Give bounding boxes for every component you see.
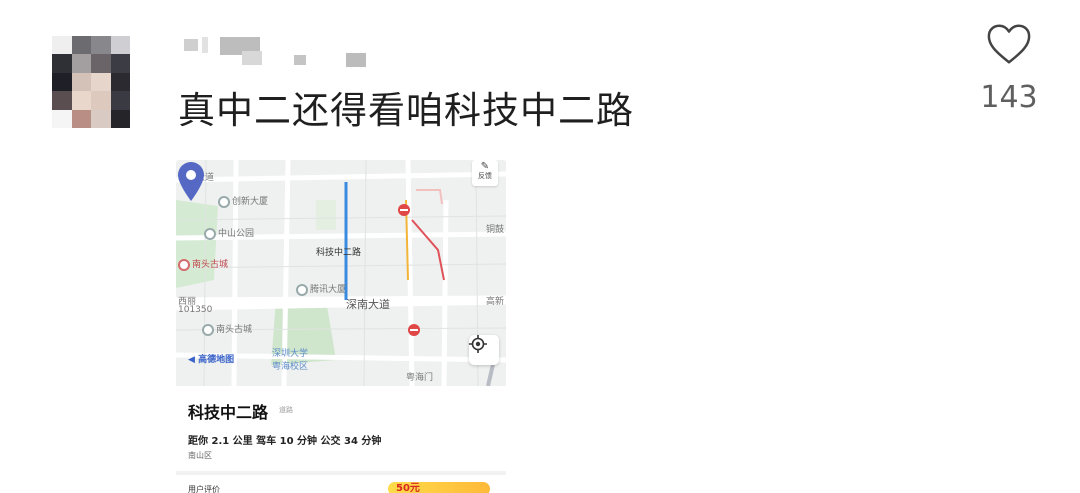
map-card[interactable]: 北环大道 创新大厦 中山公园 南头古城 腾讯大厦 深南大道 西丽 101350 …	[176, 160, 506, 493]
map-road-shennan: 深南大道	[346, 298, 390, 311]
map-poi-yuehaimen: 粤海门	[406, 373, 434, 383]
comment-text: 真中二还得看咱科技中二路	[178, 89, 634, 132]
locate-button[interactable]	[469, 335, 499, 365]
username-redacted[interactable]	[182, 33, 392, 71]
map-poi-chuangxin: 创新大厦	[218, 194, 268, 208]
location-pin-icon[interactable]	[176, 160, 206, 202]
place-district: 南山区	[188, 451, 212, 460]
map-view[interactable]: 北环大道 创新大厦 中山公园 南头古城 腾讯大厦 深南大道 西丽 101350 …	[176, 160, 506, 386]
map-poi-nantou-city: 南头古城	[178, 257, 228, 271]
heart-outline-icon[interactable]	[986, 22, 1032, 66]
promo-badge[interactable]: 50元	[388, 482, 490, 493]
map-poi-tencent: 腾讯大厦	[296, 282, 346, 296]
crosshair-icon	[469, 335, 487, 353]
amap-label: 高德地图	[198, 355, 235, 365]
place-type: 道路	[279, 406, 293, 414]
place-name: 科技中二路	[188, 403, 269, 422]
map-poi-label: 中山公园	[218, 229, 255, 239]
map-poi-label: 创新大厦	[232, 197, 269, 207]
feedback-icon: ✎	[480, 161, 490, 172]
place-info[interactable]: 科技中二路 道路 距你 2.1 公里 驾车 10 分钟 公交 34 分钟 南山区…	[176, 386, 506, 493]
amap-arrow-icon: ◀	[188, 355, 195, 365]
map-poi-zhongshan-park: 中山公园	[204, 226, 254, 240]
divider	[176, 471, 506, 475]
map-poi-label: 腾讯大厦	[310, 285, 347, 295]
like-count: 143	[980, 80, 1038, 115]
pin-label: 科技中二路	[316, 248, 362, 258]
map-poi-szu: 深圳大学 粤海校区	[272, 349, 309, 372]
map-poi-nantou-gucheng: 南头古城	[202, 322, 252, 336]
feedback-button[interactable]: ✎ 反馈	[472, 160, 498, 186]
feedback-label: 反馈	[478, 172, 492, 180]
avatar[interactable]	[52, 36, 130, 128]
like-button[interactable]: 143	[978, 22, 1040, 115]
place-distance: 距你 2.1 公里 驾车 10 分钟 公交 34 分钟	[188, 436, 382, 447]
user-review-label: 用户评价	[188, 485, 220, 493]
map-poi-label: 南头古城	[192, 260, 229, 270]
map-poi-label: 南头古城	[216, 325, 253, 335]
map-poi-code: 101350	[178, 305, 213, 315]
map-poi-gaoxin: 高新	[486, 297, 505, 307]
map-poi-tonggu: 铜鼓	[486, 225, 505, 235]
amap-logo: ◀ 高德地图	[188, 352, 234, 365]
